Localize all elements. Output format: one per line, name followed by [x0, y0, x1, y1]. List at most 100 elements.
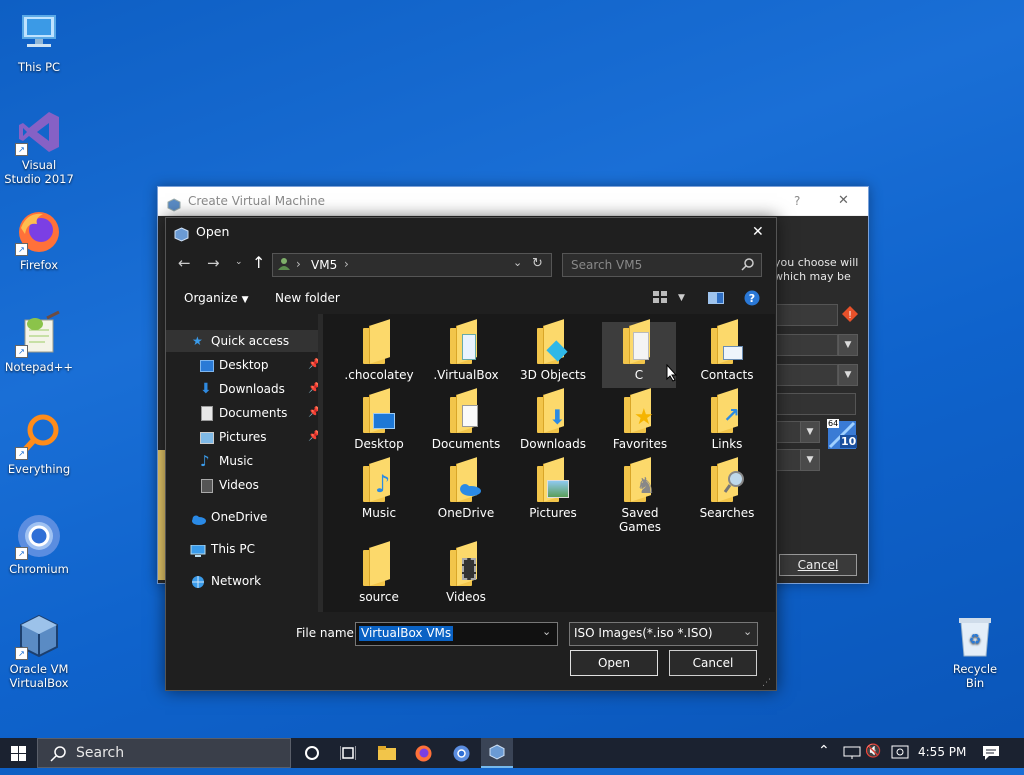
chess-piece-icon: ♞: [636, 474, 656, 499]
folder-icon: [450, 541, 482, 586]
taskbar-file-explorer[interactable]: [372, 738, 402, 768]
edition-field[interactable]: [774, 393, 856, 415]
file-name-input[interactable]: VirtualBox VMs ⌄: [355, 622, 558, 646]
nav-item-this-pc[interactable]: This PC: [166, 538, 323, 560]
up-arrow-icon[interactable]: ↑: [252, 253, 265, 272]
iso-dropdown[interactable]: ▼: [838, 364, 858, 386]
folder-item-c[interactable]: C: [602, 319, 676, 388]
desktop-icon-virtualbox[interactable]: ↗ Oracle VM VirtualBox: [2, 612, 76, 690]
taskbar-search-placeholder: Search: [76, 745, 125, 761]
resize-grip-icon[interactable]: ⋰: [762, 678, 771, 688]
taskbar-virtualbox[interactable]: [481, 738, 513, 768]
new-folder-button[interactable]: New folder: [275, 291, 340, 305]
task-view-button[interactable]: [334, 738, 362, 768]
folder-label: Desktop: [354, 437, 404, 451]
folder-item-videos[interactable]: Videos: [428, 541, 504, 604]
folder-item-desktop[interactable]: Desktop: [341, 388, 417, 451]
folder-item-source[interactable]: source: [341, 541, 417, 604]
nav-item-documents[interactable]: Documents 📌: [166, 402, 323, 424]
cancel-button[interactable]: Cancel: [779, 554, 857, 576]
close-button[interactable]: ✕: [752, 218, 764, 246]
create-vm-titlebar[interactable]: Create Virtual Machine ? ✕: [158, 187, 868, 215]
view-options-icon[interactable]: [653, 291, 667, 307]
nav-item-network[interactable]: Network: [166, 570, 323, 592]
folder-item-saved-games[interactable]: ♞ Saved Games: [602, 457, 678, 534]
magnifier-icon: ↗: [15, 412, 63, 460]
cancel-button[interactable]: Cancel: [669, 650, 757, 676]
folder-item-pictures[interactable]: Pictures: [515, 457, 591, 520]
folder-item-links[interactable]: ↗ Links: [689, 388, 765, 451]
taskbar-clock[interactable]: 4:55 PM: [918, 745, 966, 775]
refresh-icon[interactable]: ↻: [532, 256, 543, 271]
nav-item-desktop[interactable]: Desktop 📌: [166, 354, 323, 376]
taskbar-firefox[interactable]: [408, 738, 438, 768]
action-center-button[interactable]: [980, 738, 1004, 768]
tray-chevron-up-icon[interactable]: ⌃: [818, 743, 830, 773]
forward-arrow-icon[interactable]: →: [207, 254, 220, 272]
nav-item-videos[interactable]: Videos: [166, 474, 323, 496]
search-box[interactable]: Search VM5: [562, 253, 762, 277]
nav-item-downloads[interactable]: ⬇ Downloads 📌: [166, 378, 323, 400]
nav-item-quick-access[interactable]: ★ Quick access: [166, 330, 323, 352]
desktop-icon-visual-studio[interactable]: ↗ Visual Studio 2017: [2, 108, 76, 186]
folder-item-contacts[interactable]: Contacts: [689, 319, 765, 382]
breadcrumb-separator: ›: [344, 257, 349, 271]
folder-icon: [363, 388, 395, 433]
close-button[interactable]: ✕: [838, 187, 849, 215]
type-dropdown[interactable]: ▼: [800, 421, 820, 443]
create-vm-title: Create Virtual Machine: [188, 194, 325, 208]
open-button[interactable]: Open: [570, 650, 658, 676]
back-arrow-icon[interactable]: ←: [178, 254, 191, 272]
folder-item-onedrive[interactable]: OneDrive: [428, 457, 504, 520]
desktop-icon-chromium[interactable]: ↗ Chromium: [2, 512, 76, 576]
folder-field[interactable]: [774, 334, 838, 356]
file-type-select[interactable]: ISO Images(*.iso *.ISO) ⌄: [569, 622, 758, 646]
name-field[interactable]: [774, 304, 838, 326]
iso-field[interactable]: [774, 364, 838, 386]
desktop-icon-this-pc[interactable]: This PC: [2, 10, 76, 74]
folder-item-chocolatey[interactable]: .chocolatey: [341, 319, 417, 382]
desktop-icon-notepad-plus-plus[interactable]: ↗ Notepad++: [2, 310, 76, 374]
nav-item-onedrive[interactable]: OneDrive: [166, 506, 323, 528]
nav-item-pictures[interactable]: Pictures 📌: [166, 426, 323, 448]
help-button[interactable]: ?: [794, 187, 800, 215]
cortana-button[interactable]: [298, 738, 326, 768]
folder-dropdown[interactable]: ▼: [838, 334, 858, 356]
folder-item-virtualbox[interactable]: .VirtualBox: [428, 319, 504, 382]
folder-item-music[interactable]: ♪ Music: [341, 457, 417, 520]
os-version-badge: 10: [840, 435, 858, 448]
recent-dropdown-icon[interactable]: ⌄: [235, 257, 243, 267]
chevron-down-icon[interactable]: ⌄: [542, 625, 551, 638]
preview-pane-icon[interactable]: [708, 292, 724, 307]
folder-item-documents[interactable]: Documents: [428, 388, 504, 451]
cloud-icon: [456, 482, 482, 499]
tray-network-icon[interactable]: [842, 738, 862, 768]
nav-item-music[interactable]: ♪ Music: [166, 450, 323, 472]
picture-overlay-icon: [547, 480, 569, 498]
version-dropdown[interactable]: ▼: [800, 449, 820, 471]
view-dropdown-icon[interactable]: ▼: [678, 293, 685, 303]
organize-button[interactable]: Organize ▼: [184, 291, 249, 305]
start-button[interactable]: [0, 738, 37, 768]
desktop-icon-everything[interactable]: ↗ Everything: [2, 412, 76, 476]
open-dialog-titlebar[interactable]: Open ✕: [166, 218, 776, 246]
folder-item-downloads[interactable]: ⬇ Downloads: [515, 388, 591, 451]
folder-label: Saved Games: [619, 506, 661, 534]
desktop-icon-recycle-bin[interactable]: ♻ Recycle Bin: [942, 614, 1008, 690]
folder-item-3d-objects[interactable]: 3D Objects: [515, 319, 591, 382]
help-icon[interactable]: ?: [744, 290, 760, 309]
desktop-icon-firefox[interactable]: ↗ Firefox: [2, 208, 76, 272]
folder-item-favorites[interactable]: ★ Favorites: [602, 388, 678, 451]
tray-volume-muted-icon[interactable]: 🔇: [865, 744, 881, 774]
folder-label: Pictures: [529, 506, 577, 520]
breadcrumb-vm5[interactable]: VM5: [311, 258, 337, 272]
virtualbox-icon: ↗: [15, 612, 63, 660]
folder-icon: ♪: [363, 457, 395, 502]
taskbar-chromium[interactable]: [446, 738, 476, 768]
folder-item-searches[interactable]: Searches: [689, 457, 765, 520]
tray-notification-app-icon[interactable]: [890, 738, 910, 768]
mouse-cursor-icon: [666, 363, 678, 385]
address-dropdown-icon[interactable]: ⌄: [513, 256, 522, 269]
address-bar[interactable]: › VM5 › ⌄ ↻: [272, 253, 552, 277]
taskbar-search-box[interactable]: Search: [37, 738, 291, 768]
